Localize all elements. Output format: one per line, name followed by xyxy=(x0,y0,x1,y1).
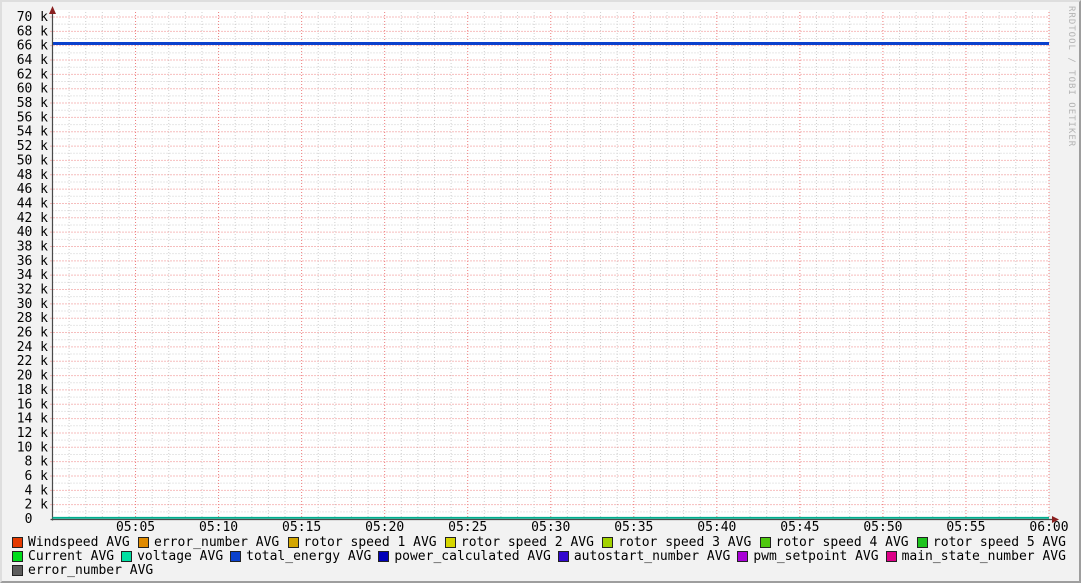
legend-label: error_number AVG xyxy=(28,564,153,577)
legend-color-swatch xyxy=(230,551,241,562)
x-tick-label: 05:20 xyxy=(365,520,404,535)
legend-item: pwm_setpoint AVG xyxy=(737,550,878,563)
legend-color-swatch xyxy=(445,537,456,548)
y-tick-label: 52 k xyxy=(17,139,48,154)
y-tick-label: 34 k xyxy=(17,268,48,283)
legend-label: power_calculated AVG xyxy=(394,550,551,563)
legend-label: rotor speed 1 AVG xyxy=(304,536,437,549)
x-tick-label: 05:35 xyxy=(614,520,653,535)
legend-color-swatch xyxy=(12,551,23,562)
legend-color-swatch xyxy=(121,551,132,562)
legend-item: error_number AVG xyxy=(12,564,153,577)
y-tick-label: 60 k xyxy=(17,82,48,97)
legend-color-swatch xyxy=(378,551,389,562)
legend-label: error_number AVG xyxy=(154,536,279,549)
legend-label: rotor speed 4 AVG xyxy=(776,536,909,549)
legend-item: autostart_number AVG xyxy=(558,550,731,563)
y-tick-label: 42 k xyxy=(17,211,48,226)
legend-row: Current AVG voltage AVG total_energy AVG po… xyxy=(2,550,1079,563)
legend-label: total_energy AVG xyxy=(246,550,371,563)
legend-color-swatch xyxy=(760,537,771,548)
y-tick-label: 14 k xyxy=(17,412,48,427)
x-tick-label: 05:40 xyxy=(697,520,736,535)
y-tick-label: 38 k xyxy=(17,239,48,254)
y-tick-label: 2 k xyxy=(25,498,49,513)
legend-item: rotor speed 5 AVG xyxy=(917,536,1066,549)
legend-item: voltage AVG xyxy=(121,550,223,563)
y-tick-label: 30 k xyxy=(17,297,48,312)
legend-row: error_number AVG xyxy=(2,564,1079,577)
legend-color-swatch xyxy=(12,565,23,576)
y-tick-label: 20 k xyxy=(17,369,48,384)
chart-canvas: 70 k68 k66 k64 k62 k60 k58 k56 k54 k52 k… xyxy=(2,2,1081,583)
y-tick-label: 32 k xyxy=(17,283,48,298)
y-tick-label: 58 k xyxy=(17,96,48,111)
x-tick-label: 06:00 xyxy=(1029,520,1068,535)
x-tick-label: 05:30 xyxy=(531,520,570,535)
x-tick-label: 05:55 xyxy=(946,520,985,535)
legend-color-swatch xyxy=(288,537,299,548)
legend-color-swatch xyxy=(917,537,928,548)
y-tick-label: 18 k xyxy=(17,383,48,398)
x-tick-label: 05:05 xyxy=(116,520,155,535)
legend-label: voltage AVG xyxy=(137,550,223,563)
y-tick-label: 48 k xyxy=(17,168,48,183)
legend-label: main_state_number AVG xyxy=(902,550,1066,563)
legend-item: rotor speed 3 AVG xyxy=(602,536,751,549)
legend-row: Windspeed AVG error_number AVG rotor speed… xyxy=(2,536,1079,549)
y-tick-label: 62 k xyxy=(17,67,48,82)
legend-label: rotor speed 2 AVG xyxy=(461,536,594,549)
y-tick-label: 44 k xyxy=(17,196,48,211)
legend-item: power_calculated AVG xyxy=(378,550,551,563)
legend-color-swatch xyxy=(737,551,748,562)
legend-item: main_state_number AVG xyxy=(886,550,1066,563)
y-tick-label: 70 k xyxy=(17,10,48,25)
y-tick-label: 10 k xyxy=(17,440,48,455)
legend-label: rotor speed 3 AVG xyxy=(618,536,751,549)
legend-color-swatch xyxy=(886,551,897,562)
y-tick-label: 22 k xyxy=(17,354,48,369)
y-tick-label: 40 k xyxy=(17,225,48,240)
legend-color-swatch xyxy=(138,537,149,548)
y-tick-label: 50 k xyxy=(17,153,48,168)
y-tick-label: 28 k xyxy=(17,311,48,326)
y-tick-label: 54 k xyxy=(17,125,48,140)
x-tick-label: 05:15 xyxy=(282,520,321,535)
legend-color-swatch xyxy=(558,551,569,562)
legend-color-swatch xyxy=(12,537,23,548)
x-tick-label: 05:50 xyxy=(863,520,902,535)
legend-label: pwm_setpoint AVG xyxy=(753,550,878,563)
y-tick-label: 46 k xyxy=(17,182,48,197)
legend-label: rotor speed 5 AVG xyxy=(933,536,1066,549)
y-tick-label: 56 k xyxy=(17,110,48,125)
y-tick-label: 0 xyxy=(25,512,33,527)
x-tick-label: 05:45 xyxy=(780,520,819,535)
legend-item: Current AVG xyxy=(12,550,114,563)
legend-label: Current AVG xyxy=(28,550,114,563)
rrdtool-watermark: RRDTOOL / TOBI OETIKER xyxy=(1066,6,1076,147)
y-tick-label: 68 k xyxy=(17,24,48,39)
y-tick-label: 24 k xyxy=(17,340,48,355)
x-tick-label: 05:10 xyxy=(199,520,238,535)
legend-label: Windspeed AVG xyxy=(28,536,130,549)
legend-label: autostart_number AVG xyxy=(574,550,731,563)
y-tick-label: 8 k xyxy=(25,455,49,470)
legend-item: error_number AVG xyxy=(138,536,279,549)
legend-item: Windspeed AVG xyxy=(12,536,130,549)
y-tick-label: 12 k xyxy=(17,426,48,441)
y-tick-label: 6 k xyxy=(25,469,49,484)
x-tick-label: 05:25 xyxy=(448,520,487,535)
rrd-graph: 70 k68 k66 k64 k62 k60 k58 k56 k54 k52 k… xyxy=(0,0,1081,583)
legend-item: rotor speed 1 AVG xyxy=(288,536,437,549)
y-tick-label: 4 k xyxy=(25,483,49,498)
legend-item: rotor speed 2 AVG xyxy=(445,536,594,549)
y-tick-label: 64 k xyxy=(17,53,48,68)
legend-item: rotor speed 4 AVG xyxy=(760,536,909,549)
y-tick-label: 66 k xyxy=(17,39,48,54)
y-tick-label: 26 k xyxy=(17,326,48,341)
y-tick-label: 36 k xyxy=(17,254,48,269)
legend-color-swatch xyxy=(602,537,613,548)
y-tick-label: 16 k xyxy=(17,397,48,412)
legend-item: total_energy AVG xyxy=(230,550,371,563)
